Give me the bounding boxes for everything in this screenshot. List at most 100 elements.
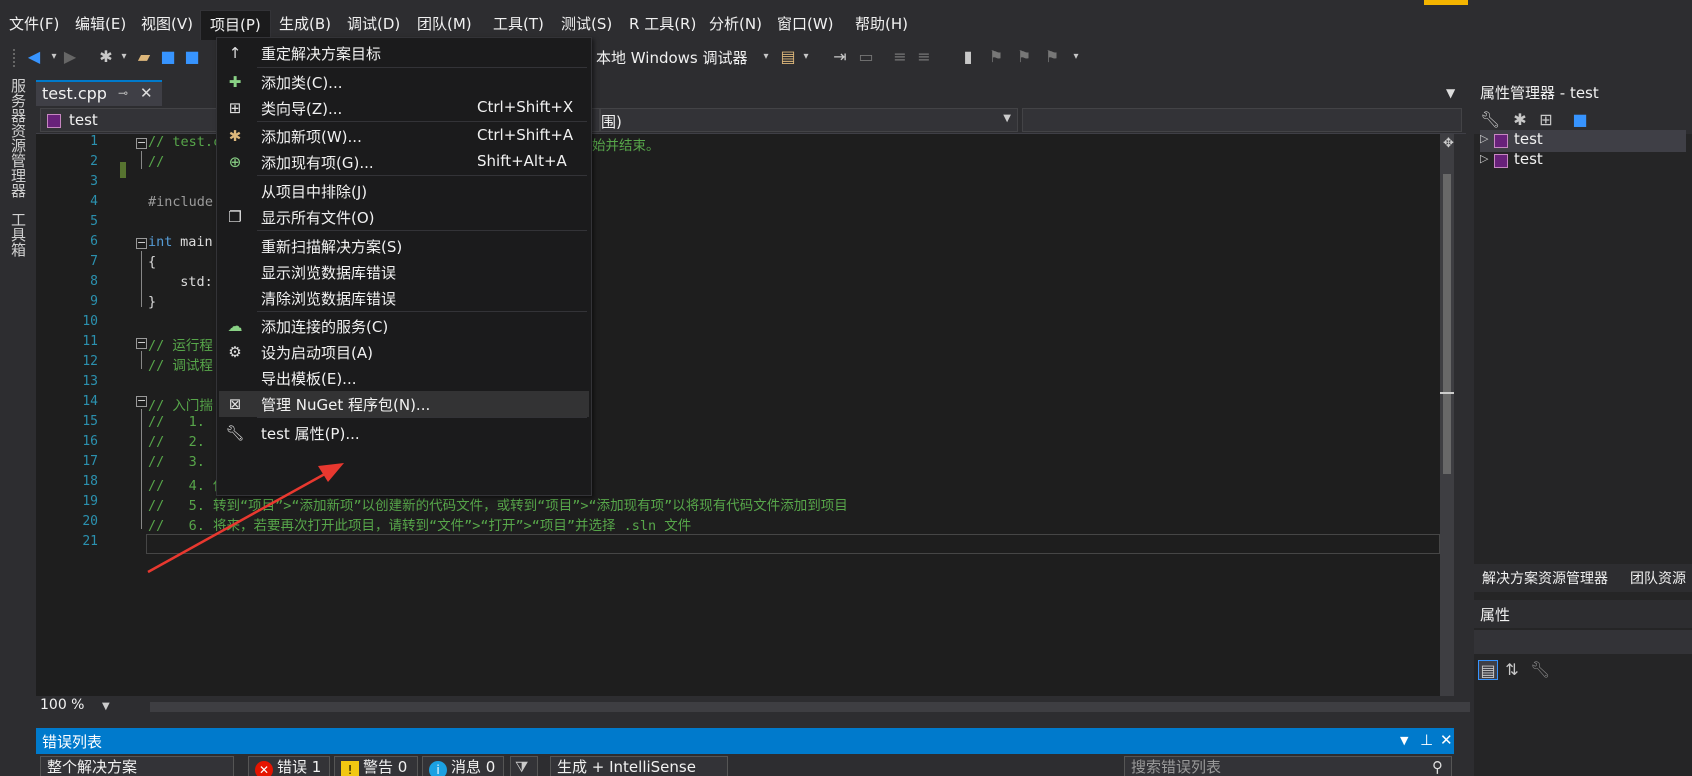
dropdown-arrow-icon[interactable]: ▾ xyxy=(756,47,776,67)
code-line-17: // 3. xyxy=(148,454,214,470)
toolbar-grip[interactable] xyxy=(12,48,16,68)
pin-icon[interactable]: ⊥ xyxy=(1420,731,1433,749)
panel-tabs: 解决方案资源管理器 团队资源 xyxy=(1474,564,1692,592)
new-project-icon[interactable]: ✱ xyxy=(96,47,116,67)
toolbox-tab[interactable]: 工具箱 xyxy=(8,212,28,257)
alphabetical-icon[interactable]: ⇅ xyxy=(1502,660,1522,680)
outdent-icon[interactable]: ≡ xyxy=(914,47,934,67)
tree-item-test[interactable]: ▷ test xyxy=(1480,130,1686,152)
dropdown-arrow-icon[interactable]: ▾ xyxy=(1066,47,1086,67)
scrollbar-thumb[interactable] xyxy=(1443,174,1451,474)
dropdown-arrow-icon[interactable]: ▾ xyxy=(796,47,816,67)
tab-team-explorer[interactable]: 团队资源 xyxy=(1630,568,1686,588)
menu-item-export-template[interactable]: 导出模板(E)... xyxy=(219,365,589,391)
filter-icon: ⧩ xyxy=(515,758,529,776)
fold-toggle[interactable]: − xyxy=(136,237,147,249)
messages-filter-button[interactable]: i 消息 0 xyxy=(422,756,504,776)
properties-object-combo[interactable] xyxy=(1474,630,1692,654)
forward-icon[interactable]: ▶ xyxy=(60,47,80,67)
menu-window[interactable]: 窗口(W) xyxy=(768,12,843,36)
menu-item-add-existing-item[interactable]: ⊕ 添加现有项(G)... Shift+Alt+A xyxy=(219,149,589,175)
menu-item-rescan-solution[interactable]: 重新扫描解决方案(S) xyxy=(219,233,589,259)
property-pages-icon[interactable]: 🔧︎ xyxy=(1530,660,1550,680)
menu-file[interactable]: 文件(F) xyxy=(0,12,68,36)
menu-help[interactable]: 帮助(H) xyxy=(846,12,917,36)
chevron-down-icon[interactable]: ▼ xyxy=(1400,734,1408,747)
user-badge[interactable] xyxy=(1424,0,1468,5)
zoom-level[interactable]: 100 % xyxy=(40,697,84,713)
add-property-sheet-icon[interactable]: ✱ xyxy=(1510,110,1530,130)
menu-edit[interactable]: 编辑(E) xyxy=(66,12,135,36)
menu-item-class-wizard[interactable]: ⊞ 类向导(Z)... Ctrl+Shift+X xyxy=(219,95,589,121)
next-bookmark-icon[interactable]: ⚑ xyxy=(1014,47,1034,67)
code-line-15: // 1. xyxy=(148,414,214,430)
build-filter-combo[interactable]: 生成 + IntelliSense xyxy=(550,756,728,776)
menu-item-project-properties[interactable]: 🔧︎ test 属性(P)... xyxy=(219,420,589,446)
close-icon[interactable]: ✕ xyxy=(1440,731,1453,749)
debugger-target[interactable]: 本地 Windows 调试器 xyxy=(596,47,748,69)
add-existing-sheet-icon[interactable]: ⊞ xyxy=(1536,110,1556,130)
open-folder-icon[interactable]: ▰ xyxy=(134,47,154,67)
menu-item-retarget-solution[interactable]: ↑ 重定解决方案目标 xyxy=(219,40,589,66)
clear-bookmarks-icon[interactable]: ⚑ xyxy=(1042,47,1062,67)
menu-item-add-class[interactable]: ✚ 添加类(C)... xyxy=(219,69,589,95)
menu-build[interactable]: 生成(B) xyxy=(270,12,340,36)
save-all-icon[interactable]: ■ xyxy=(182,47,202,67)
find-in-files-icon[interactable]: ▤ xyxy=(778,47,798,67)
step-icon[interactable]: ⇥ xyxy=(830,47,850,67)
menu-item-clear-browse-db-errors[interactable]: 清除浏览数据库错误 xyxy=(219,285,589,311)
member-combo[interactable] xyxy=(1022,108,1462,132)
warnings-filter-button[interactable]: ! 警告 0 xyxy=(334,756,418,776)
wrench-icon[interactable]: 🔧︎ xyxy=(1480,110,1500,130)
properties-title-label: 属性 xyxy=(1480,606,1511,624)
comment-icon[interactable]: ▭ xyxy=(856,47,876,67)
menu-item-add-connected-service[interactable]: ☁ 添加连接的服务(C) xyxy=(219,313,589,339)
server-explorer-tab[interactable]: 服务器资源管理器 xyxy=(8,78,28,198)
menu-item-exclude-from-project[interactable]: 从项目中排除(J) xyxy=(219,178,589,204)
menu-debug[interactable]: 调试(D) xyxy=(338,12,409,36)
fold-line xyxy=(141,409,142,529)
fold-toggle[interactable]: − xyxy=(136,395,147,407)
close-icon[interactable]: ✕ xyxy=(140,84,153,102)
menu-item-manage-nuget[interactable]: ⊠ 管理 NuGet 程序包(N)... xyxy=(219,391,589,417)
menu-tools[interactable]: 工具(T) xyxy=(484,12,553,36)
fold-toggle[interactable]: − xyxy=(136,337,147,349)
document-tab-test-cpp[interactable]: test.cpp ⊸ ✕ xyxy=(36,80,162,106)
scope-combo[interactable]: 围) ▼ xyxy=(600,108,1018,132)
menu-item-set-startup-project[interactable]: ⚙ 设为启动项目(A) xyxy=(219,339,589,365)
error-search-input[interactable]: 搜索错误列表 ⚲ xyxy=(1124,756,1452,776)
menu-view[interactable]: 视图(V) xyxy=(132,12,202,36)
filter-button[interactable]: ⧩ xyxy=(510,756,538,776)
menu-item-show-browse-db-errors[interactable]: 显示浏览数据库错误 xyxy=(219,259,589,285)
back-icon[interactable]: ◀ xyxy=(24,47,44,67)
expand-icon[interactable]: ▷ xyxy=(1480,152,1488,165)
chevron-down-icon[interactable]: ▼ xyxy=(102,701,110,712)
menu-team[interactable]: 团队(M) xyxy=(408,12,481,36)
dropdown-arrow-icon[interactable]: ▾ xyxy=(114,47,134,67)
save-icon[interactable]: ■ xyxy=(1570,110,1590,130)
error-scope-combo[interactable]: 整个解决方案 xyxy=(40,756,234,776)
indent-icon[interactable]: ≡ xyxy=(890,47,910,67)
editor-horizontal-scrollbar[interactable] xyxy=(150,702,1470,712)
project-icon xyxy=(1494,134,1508,148)
search-icon[interactable]: ⚲ xyxy=(1432,757,1443,776)
bookmark-icon[interactable]: ▮ xyxy=(958,47,978,67)
editor-vertical-scrollbar[interactable] xyxy=(1440,134,1454,700)
menu-item-show-all-files[interactable]: ❐ 显示所有文件(O) xyxy=(219,204,589,230)
menu-test[interactable]: 测试(S) xyxy=(552,12,621,36)
fold-toggle[interactable]: − xyxy=(136,137,147,149)
save-icon[interactable]: ■ xyxy=(158,47,178,67)
errors-filter-button[interactable]: ✕ 错误 1 xyxy=(248,756,330,776)
prev-bookmark-icon[interactable]: ⚑ xyxy=(986,47,1006,67)
connected-service-icon: ☁ xyxy=(227,317,243,335)
menu-item-add-new-item[interactable]: ✱ 添加新项(W)... Ctrl+Shift+A xyxy=(219,123,589,149)
tab-solution-explorer[interactable]: 解决方案资源管理器 xyxy=(1482,568,1608,588)
expand-icon[interactable]: ▷ xyxy=(1480,132,1488,145)
split-icon[interactable]: ✥ xyxy=(1443,136,1454,151)
categorized-icon[interactable]: ▤ xyxy=(1478,660,1498,680)
menu-r-tools[interactable]: R 工具(R) xyxy=(620,12,705,36)
scope-combo-label: 围) xyxy=(601,113,622,131)
tab-overflow-icon[interactable]: ▼ xyxy=(1446,86,1455,100)
menu-analyze[interactable]: 分析(N) xyxy=(700,12,771,36)
pin-icon[interactable]: ⊸ xyxy=(118,86,128,100)
